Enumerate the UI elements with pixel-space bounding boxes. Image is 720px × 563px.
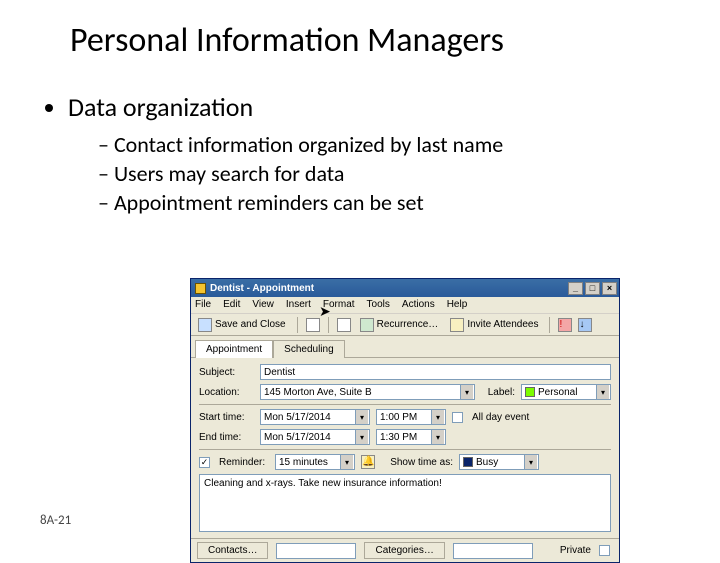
categories-button[interactable]: Categories…	[364, 542, 444, 559]
recurrence-label: Recurrence…	[377, 319, 439, 330]
private-label: Private	[560, 545, 591, 556]
invite-attendees-button[interactable]: Invite Attendees	[447, 317, 541, 333]
window-titlebar[interactable]: Dentist - Appointment _ □ ×	[191, 279, 619, 297]
save-and-close-label: Save and Close	[215, 319, 286, 330]
showtime-color-swatch	[463, 457, 473, 467]
slide-number: 8A-21	[40, 513, 71, 528]
label-value: Personal	[538, 387, 577, 398]
label-label: Label:	[481, 387, 515, 398]
contacts-field[interactable]	[276, 543, 356, 559]
categories-field[interactable]	[453, 543, 533, 559]
private-checkbox[interactable]	[599, 545, 610, 556]
menu-bar: File Edit View Insert Format Tools Actio…	[191, 297, 619, 314]
location-label: Location:	[199, 387, 254, 398]
menu-insert[interactable]: Insert	[286, 299, 311, 311]
slide-title: Personal Information Managers	[70, 20, 680, 61]
subbullet-0: Contact information organized by last na…	[98, 131, 680, 158]
reminder-label: Reminder:	[219, 457, 269, 468]
attachment-icon[interactable]	[337, 318, 351, 332]
menu-file[interactable]: File	[195, 299, 211, 311]
close-button[interactable]: ×	[602, 282, 617, 295]
appointment-window: Dentist - Appointment _ □ × File Edit Vi…	[190, 278, 620, 563]
menu-edit[interactable]: Edit	[223, 299, 240, 311]
showtime-value: Busy	[476, 457, 498, 468]
subbullet-2: Appointment reminders can be set	[98, 189, 680, 216]
showtime-label: Show time as:	[381, 457, 453, 468]
contacts-button[interactable]: Contacts…	[197, 542, 268, 559]
subject-input[interactable]: Dentist	[260, 364, 611, 380]
maximize-button[interactable]: □	[585, 282, 600, 295]
tab-scheduling[interactable]: Scheduling	[273, 340, 344, 358]
save-icon	[198, 318, 212, 332]
recurrence-icon	[360, 318, 374, 332]
toolbar: Save and Close Recurrence… Invite Attend…	[191, 314, 619, 336]
minimize-button[interactable]: _	[568, 282, 583, 295]
reminder-select[interactable]: 15 minutes	[275, 454, 355, 470]
allday-checkbox[interactable]	[452, 412, 463, 423]
end-date-select[interactable]: Mon 5/17/2014	[260, 429, 370, 445]
reminder-sound-icon[interactable]: 🔔	[361, 455, 375, 469]
reminder-checkbox[interactable]: ✓	[199, 457, 210, 468]
label-color-swatch	[525, 387, 535, 397]
status-bar: Contacts… Categories… Private	[191, 538, 619, 562]
menu-tools[interactable]: Tools	[367, 299, 390, 311]
importance-high-icon[interactable]: !	[558, 318, 572, 332]
save-and-close-button[interactable]: Save and Close	[195, 317, 289, 333]
tab-appointment[interactable]: Appointment	[195, 340, 273, 358]
menu-view[interactable]: View	[252, 299, 274, 311]
menu-help[interactable]: Help	[447, 299, 468, 311]
print-icon[interactable]	[306, 318, 320, 332]
appointment-form: Subject: Dentist Location: 145 Morton Av…	[191, 358, 619, 538]
end-time-select[interactable]: 1:30 PM	[376, 429, 446, 445]
menu-format[interactable]: Format	[323, 299, 355, 311]
notes-textarea[interactable]: Cleaning and x-rays. Take new insurance …	[199, 474, 611, 532]
tab-strip: Appointment Scheduling	[191, 336, 619, 358]
location-input[interactable]: 145 Morton Ave, Suite B	[260, 384, 475, 400]
end-time-label: End time:	[199, 432, 254, 443]
start-date-select[interactable]: Mon 5/17/2014	[260, 409, 370, 425]
invite-label: Invite Attendees	[467, 319, 538, 330]
app-icon	[195, 283, 206, 294]
label-select[interactable]: Personal	[521, 384, 611, 400]
bullet-main-text: Data organization	[68, 91, 253, 123]
start-time-select[interactable]: 1:00 PM	[376, 409, 446, 425]
importance-low-icon[interactable]: ↓	[578, 318, 592, 332]
allday-label: All day event	[472, 412, 529, 423]
bullet-main: Data organization Contact information or…	[68, 91, 680, 216]
window-title: Dentist - Appointment	[210, 283, 568, 294]
recurrence-button[interactable]: Recurrence…	[357, 317, 442, 333]
menu-actions[interactable]: Actions	[402, 299, 435, 311]
showtime-select[interactable]: Busy	[459, 454, 539, 470]
start-time-label: Start time:	[199, 412, 254, 423]
subbullet-1: Users may search for data	[98, 160, 680, 187]
subject-label: Subject:	[199, 367, 254, 378]
invite-icon	[450, 318, 464, 332]
